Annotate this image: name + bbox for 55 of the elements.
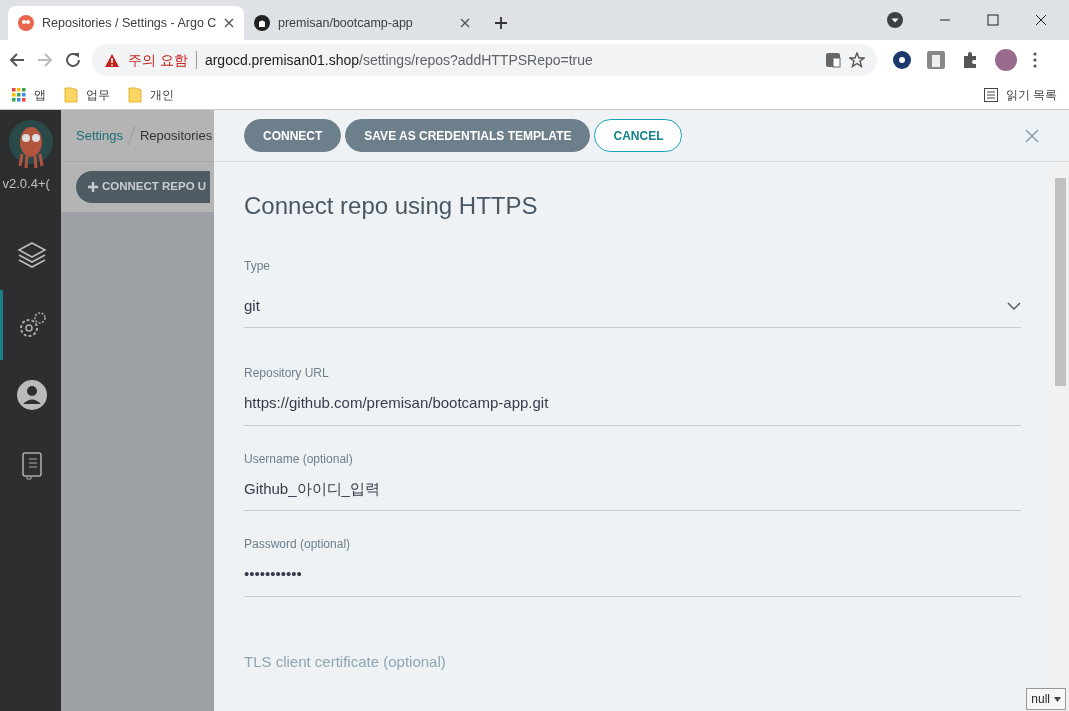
input-field[interactable]: Github_아이디_입력 xyxy=(244,473,1021,512)
plus-icon xyxy=(88,182,98,192)
maximize-icon[interactable] xyxy=(987,14,999,26)
warning-icon xyxy=(104,52,120,68)
reload-icon[interactable] xyxy=(64,51,82,69)
puzzle-icon[interactable] xyxy=(961,51,979,69)
field-label: TLS client certificate (optional) xyxy=(244,651,447,672)
security-warning[interactable]: 주의 요함 xyxy=(128,49,188,71)
plus-icon[interactable] xyxy=(494,16,508,30)
cancel-button[interactable]: CANCEL xyxy=(594,119,683,152)
browser-tab[interactable]: Repositories / Settings - Argo C xyxy=(8,6,244,40)
close-icon[interactable] xyxy=(460,18,470,28)
field-label: Type xyxy=(244,257,271,275)
field-label: Repository URL xyxy=(244,365,330,383)
bookmark[interactable]: 개인 xyxy=(128,85,174,104)
select-field[interactable]: git xyxy=(244,284,1021,329)
star-icon[interactable] xyxy=(849,52,865,68)
folder-icon xyxy=(64,86,78,103)
list-icon xyxy=(983,87,998,102)
null-dropdown[interactable]: null xyxy=(1026,688,1066,710)
address-bar[interactable]: 주의 요함 argocd.premisan01.shop/settings/repos?addHTTPSRepo=true xyxy=(92,44,877,76)
extension-icon[interactable] xyxy=(893,51,911,69)
octopus-icon xyxy=(18,15,34,31)
user-icon xyxy=(17,380,47,410)
translate-icon[interactable] xyxy=(825,52,841,68)
bookmark[interactable]: 앱 xyxy=(12,85,46,104)
browser-tab[interactable]: premisan/bootcamp-app xyxy=(244,6,480,40)
portrait-icon[interactable] xyxy=(927,51,945,69)
breadcrumb-link[interactable]: Repositories xyxy=(140,125,213,146)
scrollbar[interactable] xyxy=(1052,162,1069,711)
octopus-logo xyxy=(7,120,54,168)
version-text: v2.0.4+( xyxy=(2,175,51,193)
dropdown-icon[interactable] xyxy=(887,12,903,28)
action-button[interactable]: CONNECT xyxy=(244,119,342,152)
avatar-icon[interactable] xyxy=(995,49,1017,71)
panel-title: Connect repo using HTTPS xyxy=(244,192,539,221)
layers-icon xyxy=(17,240,47,270)
field-label: Password (optional) xyxy=(244,536,352,554)
folder-icon xyxy=(128,86,142,103)
connect-repo-button[interactable]: CONNECT REPO U xyxy=(76,171,211,203)
menu-icon[interactable] xyxy=(1033,52,1037,68)
caret-icon xyxy=(1054,696,1061,702)
url-text[interactable]: argocd.premisan01.shop/settings/repos?addHTTPSRepo=true xyxy=(204,49,593,71)
back-icon[interactable] xyxy=(8,51,26,69)
reading-list[interactable]: 읽기 목록 xyxy=(983,85,1057,104)
field-label: Username (optional) xyxy=(244,450,354,468)
input-field[interactable]: https://github.com/premisan/bootcamp-app.git xyxy=(244,388,1021,426)
chevron-icon xyxy=(1007,302,1021,311)
input-field[interactable]: ••••••••••• xyxy=(244,559,1021,597)
apps-icon xyxy=(12,87,26,102)
bookmark[interactable]: 업무 xyxy=(64,85,110,104)
close-icon[interactable] xyxy=(1035,14,1047,26)
gears-icon xyxy=(17,310,47,340)
action-button[interactable]: SAVE AS CREDENTIALS TEMPLATE xyxy=(345,119,591,152)
close-icon[interactable] xyxy=(224,18,234,28)
